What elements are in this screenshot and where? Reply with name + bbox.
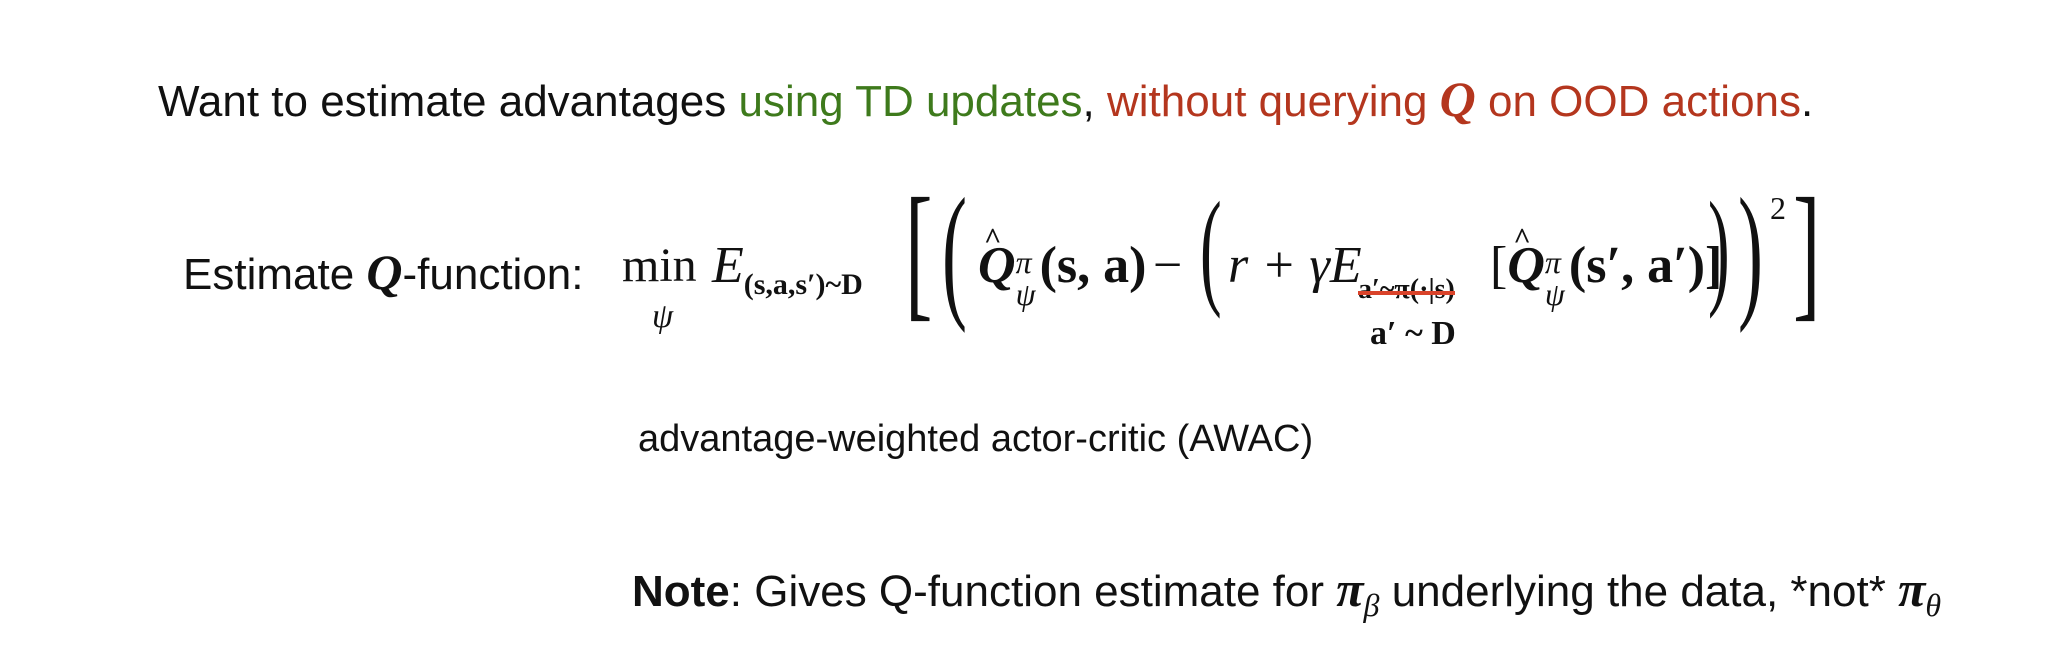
heading-period: . <box>1801 77 1814 126</box>
pi-theta-symbol: π <box>1898 561 1926 617</box>
equation-label-pre: Estimate <box>183 250 367 299</box>
minus-sign: − <box>1153 237 1183 294</box>
heading-text-1: Want to estimate advantages <box>158 77 739 126</box>
heading-td-updates: using TD updates <box>738 77 1083 126</box>
equation-min: min <box>622 238 697 293</box>
min-operator: min <box>622 239 697 292</box>
inner-q-args: (s′, a′)] <box>1568 237 1723 294</box>
expectation-symbol: E <box>712 237 744 294</box>
equation-min-sub: ψ <box>652 298 673 336</box>
heading: Want to estimate advantages using TD upd… <box>158 70 1813 128</box>
note-label: Note <box>632 567 730 616</box>
caption: advantage-weighted actor-critic (AWAC) <box>638 418 1313 461</box>
dataset-action-subscript: a′ ~ D <box>1370 315 1456 352</box>
inner-q-hat: Q <box>1507 222 1545 295</box>
exponent-two: 2 <box>1770 190 1786 226</box>
right-square-bracket: ] <box>1793 168 1821 334</box>
caption-text: advantage-weighted actor-critic (AWAC) <box>638 418 1314 460</box>
struck-subscript: a′~π(·|s) <box>1358 274 1455 306</box>
heading-without-querying: without querying <box>1107 77 1440 126</box>
q-hat: Q <box>978 222 1016 295</box>
left-paren-outer: ( <box>942 168 967 334</box>
pi-theta-subscript: θ <box>1925 586 1942 623</box>
left-square-bracket: [ <box>905 168 933 334</box>
equation-q-term: Qπψ(s, a) <box>978 222 1147 312</box>
equation-label-post: -function: <box>402 250 584 299</box>
equation-label-q: Q <box>366 244 403 300</box>
exponent: 2 <box>1770 190 1786 227</box>
r-plus-gamma-e: r + γE <box>1228 237 1362 294</box>
note: Note: Gives Q-function estimate for πβ u… <box>632 560 1941 621</box>
pi-beta-symbol: π <box>1336 561 1364 617</box>
equation-minus: − <box>1153 236 1182 295</box>
note-text-1: : Gives Q-function estimate for <box>729 567 1337 616</box>
right-paren-outer: ) <box>1738 168 1763 334</box>
q-subscript: ψ <box>1015 276 1036 312</box>
equation-label: Estimate Q-function: <box>183 243 583 301</box>
right-paren-inner: ) <box>1708 176 1730 320</box>
inner-q-subscript: ψ <box>1544 276 1565 312</box>
min-subscript: ψ <box>652 298 674 335</box>
q-args: (s, a) <box>1039 237 1147 294</box>
heading-q-symbol: Q <box>1439 71 1476 127</box>
equation-inner-q: [Qπψ(s′, a′)] <box>1490 222 1723 312</box>
left-paren-inner: ( <box>1200 176 1222 320</box>
pi-beta-subscript: β <box>1363 586 1380 623</box>
replacement-subscript: a′ ~ D <box>1370 315 1456 353</box>
note-text-2: underlying the data, *not* <box>1379 567 1899 616</box>
struck-policy-subscript: a′~π(·|s) <box>1358 274 1455 305</box>
heading-ood-actions: on OOD actions <box>1475 77 1802 126</box>
equation-expectation: E(s,a,s′)~D <box>712 236 863 301</box>
heading-comma: , <box>1082 77 1107 126</box>
equation-r-gamma: r + γE <box>1228 236 1362 295</box>
expectation-subscript: (s,a,s′)~D <box>743 268 863 301</box>
inner-open-bracket: [ <box>1490 237 1508 294</box>
